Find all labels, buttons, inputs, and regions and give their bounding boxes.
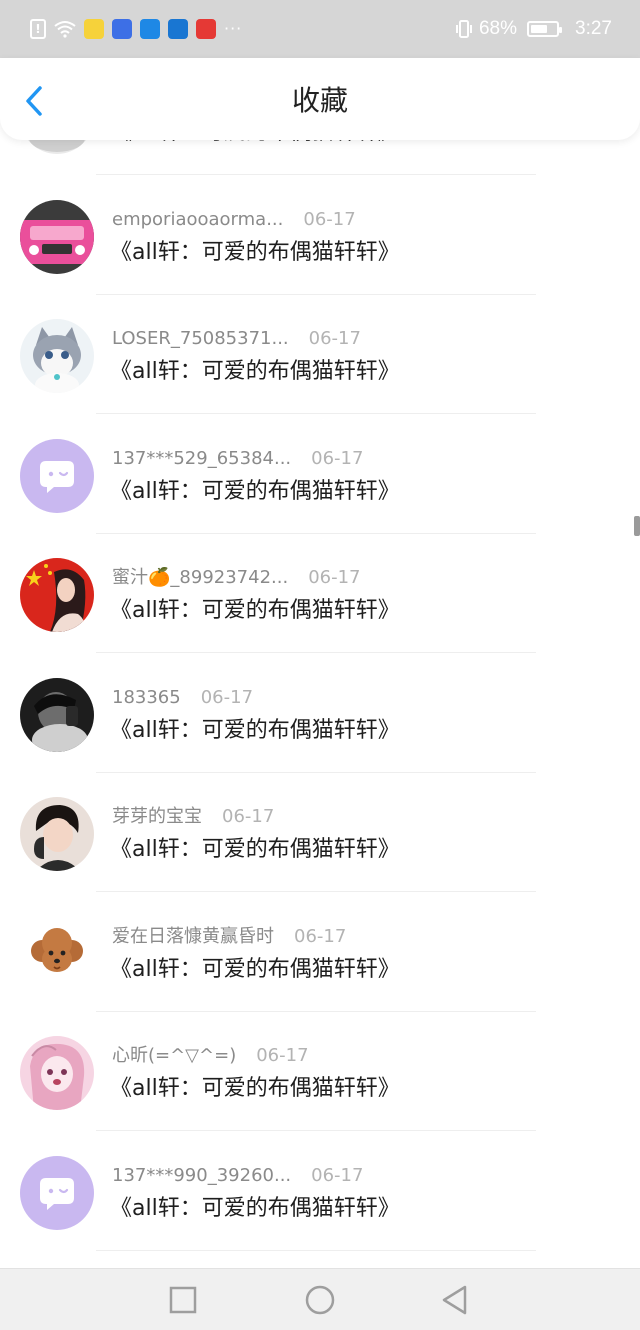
date: 06-17 [311, 1164, 364, 1186]
username[interactable]: emporiaooaorma... [112, 209, 283, 230]
battery-percent: 68% [478, 18, 518, 39]
item-meta: 芽芽的宝宝 06-17 [112, 804, 274, 830]
clock: 3:27 [575, 18, 612, 39]
username[interactable]: LOSER_75085371... [112, 328, 289, 349]
username[interactable]: 137***529_65384... [112, 448, 291, 469]
status-bar: ! ··· 68% 3:27 [0, 0, 640, 58]
item-meta: 137***990_39260... 06-17 [112, 1163, 363, 1189]
list-item[interactable]: LOSER_75085371... 06-17 《all轩：可爱的布偶猫轩轩》 [0, 295, 640, 414]
favorite-title[interactable]: 《all轩：可爱的布偶猫轩轩》 [110, 1193, 400, 1225]
pink-car-avatar[interactable] [20, 199, 94, 274]
favorite-title[interactable]: 《all轩：可爱的布偶猫轩轩》 [110, 834, 400, 866]
favorite-title[interactable]: 《all轩：可爱的布偶猫轩轩》 [110, 715, 400, 747]
list-item[interactable]: 183365 06-17 《all轩：可爱的布偶猫轩轩》 [0, 654, 640, 773]
poodle-avatar[interactable] [20, 916, 94, 991]
item-meta: LOSER_75085371... 06-17 [112, 326, 361, 352]
list-item[interactable]: 爱在日落慷黄赢昏时 06-17 《all轩：可爱的布偶猫轩轩》 [0, 893, 640, 1012]
date: 06-17 [308, 328, 361, 349]
recent-apps-icon[interactable] [166, 1283, 200, 1317]
default-chat-avatar[interactable] [20, 1155, 94, 1230]
item-meta: emporiaooaorma... 06-17 [112, 207, 356, 233]
header: 收藏 [0, 58, 640, 140]
username[interactable]: 爱在日落慷黄赢昏时 [112, 926, 274, 947]
status-icons-right: 68% 3:27 [455, 16, 612, 42]
navigation-bar [0, 1268, 640, 1330]
favorite-title[interactable]: 《all轩：可爱的布偶猫轩轩》 [110, 356, 400, 388]
username[interactable]: 芽芽的宝宝 [112, 806, 202, 827]
default-chat-avatar[interactable] [20, 438, 94, 513]
boy-headphones-avatar[interactable] [20, 797, 94, 871]
list-item[interactable]: 蜜汁🍊_89923742... 06-17 《all轩：可爱的布偶猫轩轩》 [0, 534, 640, 653]
item-meta: 心昕(=^▽^=) 06-17 [112, 1043, 309, 1069]
favorites-list[interactable]: 《all轩：可爱的布偶猫轩轩》 emporiaooaorma... 06-17 《al… [0, 96, 640, 1268]
list-item[interactable]: 137***990_39260... 06-17 《all轩：可爱的布偶猫轩轩》 [0, 1132, 640, 1251]
favorite-title[interactable]: 《all轩：可爱的布偶猫轩轩》 [110, 476, 400, 508]
item-meta: 爱在日落慷黄赢昏时 06-17 [112, 924, 346, 950]
list-item[interactable]: emporiaooaorma... 06-17 《all轩：可爱的布偶猫轩轩》 [0, 176, 640, 295]
app-icon-bee [84, 19, 104, 39]
date: 06-17 [294, 925, 347, 947]
favorite-title[interactable]: 《all轩：可爱的布偶猫轩轩》 [110, 954, 400, 986]
app-icon-baidu [112, 19, 132, 39]
username[interactable]: 心昕(=^▽^=) [112, 1045, 236, 1066]
item-meta: 183365 06-17 [112, 685, 253, 711]
status-icons-left: ! ··· [30, 18, 242, 40]
username[interactable]: 183365 [112, 687, 181, 708]
date: 06-17 [200, 686, 254, 708]
anime-girl-avatar[interactable] [20, 1036, 94, 1110]
page-title: 收藏 [291, 84, 348, 117]
list-item[interactable]: 137***529_65384... 06-17 《all轩：可爱的布偶猫轩轩》 [0, 415, 640, 534]
battery-icon [527, 21, 563, 37]
vibrate-icon [455, 20, 472, 38]
divider [96, 1249, 536, 1251]
more-notifications-icon: ··· [224, 19, 243, 38]
back-triangle-icon[interactable] [438, 1283, 472, 1317]
scrollbar[interactable] [634, 516, 640, 536]
item-meta: 137***529_65384... 06-17 [112, 446, 363, 472]
favorite-title[interactable]: 《all轩：可爱的布偶猫轩轩》 [110, 1073, 400, 1105]
list-item[interactable]: 心昕(=^▽^=) 06-17 《all轩：可爱的布偶猫轩轩》 [0, 1012, 640, 1131]
app-icon-red [196, 19, 216, 39]
date: 06-17 [222, 806, 275, 827]
wifi-icon [54, 21, 76, 38]
date: 06-17 [256, 1045, 309, 1066]
list-item[interactable]: 芽芽的宝宝 06-17 《all轩：可爱的布偶猫轩轩》 [0, 773, 640, 892]
flag-girl-avatar[interactable] [20, 558, 94, 632]
date: 06-17 [303, 208, 356, 230]
home-icon[interactable] [303, 1283, 337, 1317]
username[interactable]: 137***990_39260... [112, 1165, 291, 1186]
item-meta: 蜜汁🍊_89923742... 06-17 [112, 565, 361, 591]
favorite-title[interactable]: 《all轩：可爱的布偶猫轩轩》 [110, 595, 400, 627]
cat-avatar[interactable] [20, 319, 94, 393]
date: 06-17 [311, 447, 364, 469]
username[interactable]: 蜜汁🍊_89923742... [112, 567, 288, 588]
app-icon-quan [140, 19, 160, 39]
alert-icon: ! [30, 19, 46, 39]
date: 06-17 [308, 567, 361, 588]
favorite-title[interactable]: 《all轩：可爱的布偶猫轩轩》 [110, 237, 400, 269]
app-icon-wifi-key [168, 19, 188, 39]
bw-photo-avatar[interactable] [20, 677, 94, 752]
